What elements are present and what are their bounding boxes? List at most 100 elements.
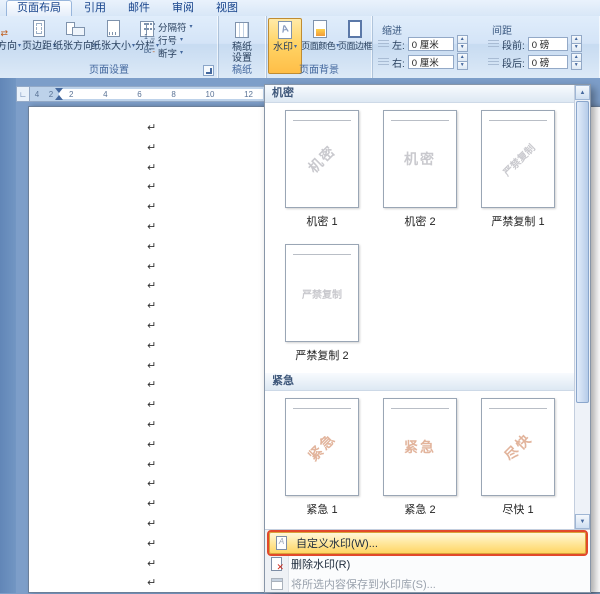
paragraph-marks: ↵ ↵ ↵ ↵ ↵ ↵ ↵ ↵ ↵ ↵ ↵ ↵ ↵ ↵ ↵ ↵ ↵ ↵ ↵ ↵ ↵ ↵ ↵ ↵ <box>147 119 156 594</box>
chevron-down-icon: ▾ <box>180 50 184 56</box>
paragraph-mark: ↵ <box>147 517 157 530</box>
page-setup-dialog-launcher[interactable] <box>203 65 214 76</box>
watermark-thumbnail: 机密 <box>285 110 359 208</box>
ribbon-tab-bar: 页面布局 引用 邮件 审阅 视图 <box>0 0 600 17</box>
watermark-item-jimi-2[interactable]: 机密 机密 2 <box>371 105 469 239</box>
group-genko: 稿纸设置 稿纸 <box>218 16 267 78</box>
spacing-before-input[interactable]: 0 磅 <box>527 37 568 51</box>
paragraph-mark: ↵ <box>147 240 157 253</box>
genko-grid-icon <box>232 21 252 40</box>
ruler-number: 4 <box>103 89 108 99</box>
watermark-item-yanjinfuzhi-1[interactable]: 严禁复制 严禁复制 1 <box>469 105 567 239</box>
paragraph-mark: ↵ <box>147 399 157 412</box>
tab-page-layout[interactable]: 页面布局 <box>6 0 72 16</box>
tab-references[interactable]: 引用 <box>74 1 116 16</box>
watermark-thumbnail: 严禁复制 <box>285 244 359 342</box>
hyphenation-icon <box>144 47 155 58</box>
watermark-icon <box>275 21 295 40</box>
watermark-menu: 自定义水印(W)... 删除水印(R) 将所选内容保存到水印库(S)... <box>265 529 590 592</box>
paragraph-mark: ↵ <box>147 478 157 491</box>
page-background-group-label: 页面背景 <box>299 65 339 76</box>
watermark-gallery-dropdown: 机密 机密 机密 1 机密 机密 2 严禁复制 严禁复制 1 严禁复制 严禁复制… <box>264 84 591 593</box>
text-direction-button[interactable]: 文字方向▾ <box>0 18 22 60</box>
watermark-item-jinkuai-1[interactable]: 尽快 尽快 1 <box>469 393 567 527</box>
custom-watermark-icon <box>274 535 289 551</box>
watermark-item-jinji-2[interactable]: 紧急 紧急 2 <box>371 393 469 527</box>
watermark-item-jimi-1[interactable]: 机密 机密 1 <box>273 105 371 239</box>
paragraph-mark: ↵ <box>147 280 157 293</box>
indent-left-stepper[interactable]: ▲ ▼ <box>456 35 468 52</box>
spacing-after-label: 段后: <box>502 58 525 70</box>
paragraph-mark: ↵ <box>147 537 157 550</box>
paragraph-mark: ↵ <box>147 379 157 392</box>
tab-mailings[interactable]: 邮件 <box>118 1 160 16</box>
gallery-scrollbar[interactable]: ▲ ▼ <box>574 85 590 529</box>
paper-size-icon <box>103 20 123 39</box>
paragraph-mark: ↵ <box>147 122 157 134</box>
watermark-item-jinji-1[interactable]: 紧急 紧急 1 <box>273 393 371 527</box>
ruler-number: 10 <box>205 89 215 99</box>
spacing-after-input[interactable]: 0 磅 <box>527 55 568 69</box>
watermark-thumbnail: 紧急 <box>383 398 457 496</box>
paragraph-mark: ↵ <box>147 438 157 451</box>
indent-right-icon <box>378 57 389 67</box>
paper-size-button[interactable]: 纸张大小 ▾ <box>91 18 135 60</box>
ruler-white: 2 4 6 8 10 12 <box>59 89 263 99</box>
page-color-icon <box>310 20 330 39</box>
remove-watermark-menu-item[interactable]: 删除水印(R) <box>265 554 590 574</box>
paragraph-mark: ↵ <box>147 201 157 214</box>
margins-button[interactable]: 页边距 ▾ <box>22 18 56 60</box>
paragraph-mark: ↵ <box>147 319 157 332</box>
line-numbers-button[interactable]: 行号 ▾ <box>144 33 216 47</box>
ruler-number: 2 <box>48 89 54 99</box>
tab-review[interactable]: 审阅 <box>162 1 204 16</box>
paragraph-mark: ↵ <box>147 498 157 511</box>
scroll-down-button[interactable]: ▼ <box>575 514 590 529</box>
left-indent-marker[interactable] <box>55 95 63 100</box>
horizontal-ruler[interactable]: ∟ 42 2 4 6 8 10 12 <box>16 86 266 102</box>
page-break-icon <box>144 21 155 32</box>
chevron-down-icon: ▾ <box>293 44 297 50</box>
paragraph-mark: ↵ <box>147 359 157 372</box>
paragraph-mark: ↵ <box>147 300 157 313</box>
orientation-icon <box>65 20 85 39</box>
tab-selector[interactable]: ∟ <box>17 87 30 101</box>
remove-watermark-icon <box>269 556 284 573</box>
custom-watermark-menu-item[interactable]: 自定义水印(W)... <box>267 530 588 556</box>
indent-left-label: 左: <box>392 40 405 52</box>
spacing-before-stepper[interactable]: ▲ ▼ <box>570 35 582 52</box>
group-paragraph: 缩进 间距 左: 0 厘米 ▲ ▼ 右: 0 厘米 ▲ ▼ 段前: 0 磅 ▲ ▼ <box>372 16 600 78</box>
text-direction-icon <box>0 20 9 39</box>
indent-left-input[interactable]: 0 厘米 <box>407 37 454 51</box>
paragraph-mark: ↵ <box>147 577 157 590</box>
watermark-thumbnail: 紧急 <box>285 398 359 496</box>
chevron-down-icon: ▾ <box>180 37 184 43</box>
orientation-button[interactable]: 纸张方向 ▾ <box>53 18 97 60</box>
line-numbers-icon <box>144 34 155 45</box>
paragraph-mark: ↵ <box>147 220 157 233</box>
ruler-margin: 42 <box>30 89 58 99</box>
watermark-thumbnail: 尽快 <box>481 398 555 496</box>
scroll-up-button[interactable]: ▲ <box>575 85 590 100</box>
breaks-button[interactable]: 分隔符 ▾ <box>144 20 216 34</box>
genko-setup-button[interactable]: 稿纸设置 <box>221 19 263 64</box>
ruler-number: 2 <box>69 89 74 99</box>
spacing-before-icon <box>488 39 499 49</box>
word-window: 页面布局 引用 邮件 审阅 视图 文字方向▾ 页边距▾ 纸张方向▾ <box>0 0 600 593</box>
group-page-setup: 文字方向▾ 页边距▾ 纸张方向▾ 纸张大小▾ 分栏▾ <box>0 16 219 78</box>
tab-view[interactable]: 视图 <box>206 1 248 16</box>
chevron-down-icon: ▾ <box>189 24 193 30</box>
paragraph-mark: ↵ <box>147 161 157 174</box>
hyphenation-button[interactable]: 断字 ▾ <box>144 46 216 60</box>
first-line-indent-marker[interactable] <box>55 88 63 93</box>
save-to-watermark-gallery-menu-item[interactable]: 将所选内容保存到水印库(S)... <box>265 574 590 594</box>
save-watermark-icon <box>269 577 284 592</box>
watermark-item-yanjinfuzhi-2[interactable]: 严禁复制 严禁复制 2 <box>273 239 371 373</box>
ruler-number: 4 <box>34 89 40 99</box>
paragraph-mark: ↵ <box>147 181 157 194</box>
indent-right-stepper[interactable]: ▲ ▼ <box>456 53 468 70</box>
page-setup-group-label: 页面设置 <box>0 65 218 77</box>
indent-right-input[interactable]: 0 厘米 <box>407 55 454 69</box>
scrollbar-thumb[interactable] <box>576 101 589 403</box>
spacing-after-stepper[interactable]: ▲ ▼ <box>570 53 582 70</box>
